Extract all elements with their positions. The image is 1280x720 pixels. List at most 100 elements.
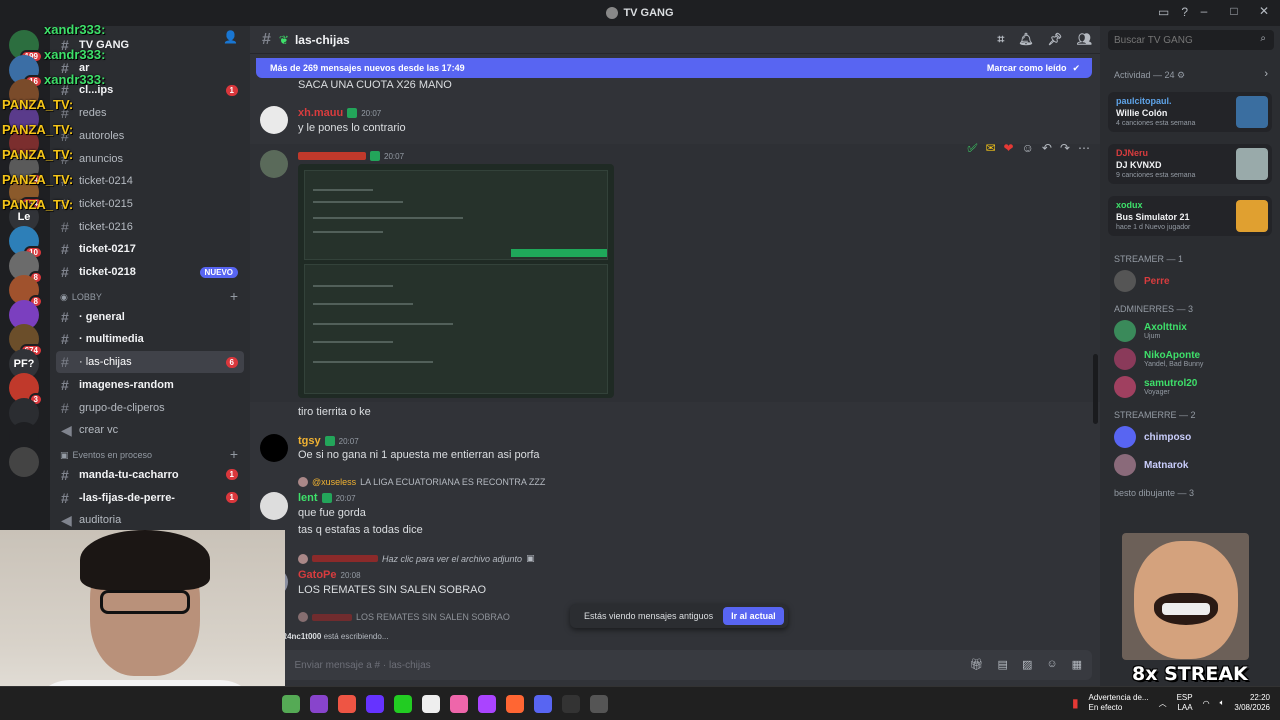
chevron-up-icon[interactable]: ︿ — [1159, 698, 1167, 709]
threads-icon[interactable]: ⌗ — [998, 32, 1005, 47]
app-icon[interactable] — [450, 695, 468, 713]
hash-icon: # — [61, 241, 69, 258]
member-item[interactable]: NikoAponte Yandel, Bad Bunny — [1114, 348, 1203, 370]
avatar[interactable] — [260, 492, 288, 520]
clock[interactable]: 22:20 3/08/2026 — [1234, 693, 1270, 713]
money-reaction-icon[interactable]: ✉ — [985, 141, 995, 155]
channel-item[interactable]: # ticket-0215 — [56, 193, 244, 215]
volume-icon[interactable]: 🔈︎ — [1220, 698, 1225, 708]
close-icon[interactable]: ✕ — [1256, 4, 1272, 18]
browser-icon[interactable] — [338, 695, 356, 713]
new-messages-banner[interactable]: Más de 269 mensajes nuevos desde las 17:… — [256, 58, 1092, 78]
channel-item[interactable]: # redes — [56, 102, 244, 124]
jump-to-present-button[interactable]: Ir al actual — [723, 607, 784, 625]
reply-preview[interactable]: LOS REMATES SIN SALEN SOBRAO — [298, 612, 510, 622]
warning-notice[interactable]: Advertencia de... En efecto — [1089, 693, 1149, 713]
channel-item[interactable]: # autoroles — [56, 125, 244, 147]
channel-item[interactable]: # -las-fijas-de-perre- 1 — [56, 487, 244, 509]
wifi-icon[interactable]: ◠ — [1203, 699, 1210, 708]
chevron-right-icon[interactable]: › — [1264, 68, 1268, 80]
reply-preview[interactable]: @xuseless LA LIGA ECUATORIANA ES RECONTR… — [298, 477, 545, 487]
app-icon[interactable] — [562, 695, 580, 713]
channel-item[interactable]: # grupo-de-cliperos — [56, 397, 244, 419]
emoji-icon[interactable]: ☺ — [1046, 658, 1057, 671]
search-icon: ⌕ — [1260, 33, 1266, 44]
reply-preview[interactable]: Haz clic para ver el archivo adjunto ▣ — [298, 553, 535, 564]
channel-item[interactable]: ◀ auditoria — [56, 509, 244, 531]
member-item[interactable]: Axolttnix Ujum — [1114, 320, 1187, 342]
channel-item[interactable]: # imagenes-random — [56, 374, 244, 396]
channel-item[interactable]: # ticket-0214 — [56, 170, 244, 192]
avatar[interactable] — [260, 150, 288, 178]
inbox-icon[interactable]: ▭ — [1158, 5, 1169, 19]
discord-icon[interactable] — [534, 695, 552, 713]
channel-item[interactable]: # ticket-0218 NUEVO — [56, 261, 244, 283]
category-lobby[interactable]: ◉ LOBBY — [60, 292, 102, 303]
activity-user[interactable]: DJNeru — [1116, 148, 1148, 158]
author-name-redacted[interactable] — [298, 152, 366, 160]
activity-card[interactable]: xodux Bus Simulator 21 hace 1 d Nuevo juga… — [1108, 196, 1272, 236]
forward-icon[interactable]: ↷ — [1060, 141, 1070, 155]
members-icon[interactable]: 👥︎ — [1077, 32, 1092, 47]
app-icon[interactable] — [394, 695, 412, 713]
activity-card[interactable]: paulcitopaul. Willie Colón 4 canciones est… — [1108, 92, 1272, 132]
app-icon[interactable] — [590, 695, 608, 713]
search-input[interactable] — [1108, 30, 1274, 50]
app-icon[interactable] — [422, 695, 440, 713]
gift-icon[interactable]: 🎁︎ — [970, 658, 984, 671]
image-attachment[interactable] — [298, 164, 614, 398]
avatar[interactable] — [260, 106, 288, 134]
app-icon[interactable] — [366, 695, 384, 713]
message-author[interactable]: xh.mauu 20:07 — [298, 107, 381, 119]
hash-icon: # — [61, 489, 69, 506]
composer-placeholder[interactable]: Enviar mensaje a # · las-chijas — [295, 660, 431, 671]
member-item[interactable]: samutrol20 Voyager — [1114, 376, 1197, 398]
app-icon[interactable] — [478, 695, 496, 713]
channel-item[interactable]: # ticket-0217 — [56, 238, 244, 260]
message-author[interactable]: tgsy 20:07 — [298, 435, 359, 447]
message-author[interactable]: lent 20:07 — [298, 492, 356, 504]
member-item[interactable]: chimposo — [1114, 426, 1191, 448]
maximize-icon[interactable]: □ — [1226, 4, 1242, 18]
message-composer[interactable]: + Enviar mensaje a # · las-chijas 🎁︎ ▤ ▨… — [256, 650, 1092, 680]
channel-item[interactable]: ◀ crear vc — [56, 419, 244, 441]
bell-icon[interactable]: 🔔︎ — [1018, 32, 1033, 47]
message-author[interactable]: 20:07 — [298, 151, 404, 161]
channel-item[interactable]: # · multimedia — [56, 328, 244, 350]
app-icon[interactable] — [282, 695, 300, 713]
app-icon[interactable] — [506, 695, 524, 713]
minimize-icon[interactable]: – — [1196, 4, 1212, 18]
channel-item[interactable]: # anuncios — [56, 148, 244, 170]
reply-icon[interactable]: ↶ — [1042, 141, 1052, 155]
language-indicator[interactable]: ESP LAA — [1177, 693, 1193, 713]
sticker-icon[interactable]: ▨ — [1022, 658, 1032, 671]
add-reaction-icon[interactable]: ☺ — [1022, 141, 1034, 155]
channel-item[interactable]: # manda-tu-cacharro 1 — [56, 464, 244, 486]
activity-user[interactable]: xodux — [1116, 200, 1143, 210]
heart-reaction-icon[interactable]: ❤ — [1004, 141, 1014, 155]
avatar — [1114, 426, 1136, 448]
add-channel-icon[interactable]: + — [230, 288, 238, 304]
server-icon[interactable] — [9, 446, 39, 477]
activity-card[interactable]: DJNeru DJ KVNXD 9 canciones esta semana — [1108, 144, 1272, 184]
more-icon[interactable]: ⋯ — [1078, 141, 1090, 155]
gif-icon[interactable]: ▤ — [998, 658, 1008, 671]
category-events[interactable]: ▣ Eventos en proceso — [60, 450, 152, 461]
activity-user[interactable]: paulcitopaul. — [1116, 96, 1172, 106]
check-reaction-icon[interactable]: ✅︎ — [967, 141, 977, 156]
channel-item[interactable]: # ticket-0216 — [56, 216, 244, 238]
member-item[interactable]: Matnarok — [1114, 454, 1188, 476]
pin-icon[interactable]: 📌︎ — [1048, 32, 1063, 47]
channel-label: -las-fijas-de-perre- — [79, 491, 175, 504]
help-icon[interactable]: ? — [1181, 5, 1188, 19]
chat-scrollbar[interactable] — [1093, 354, 1098, 424]
avatar[interactable] — [260, 434, 288, 462]
channel-item[interactable]: # · las-chijas 6 — [56, 351, 244, 374]
apps-icon[interactable]: ▦ — [1072, 658, 1082, 671]
channel-item[interactable]: # · general — [56, 306, 244, 328]
app-icon[interactable] — [310, 695, 328, 713]
message-author[interactable]: GatoPe 20:08 — [298, 569, 361, 581]
member-item[interactable]: Perre — [1114, 270, 1170, 292]
mark-read-button[interactable]: Marcar como leído ✔ — [987, 63, 1080, 74]
add-channel-icon[interactable]: + — [230, 446, 238, 462]
